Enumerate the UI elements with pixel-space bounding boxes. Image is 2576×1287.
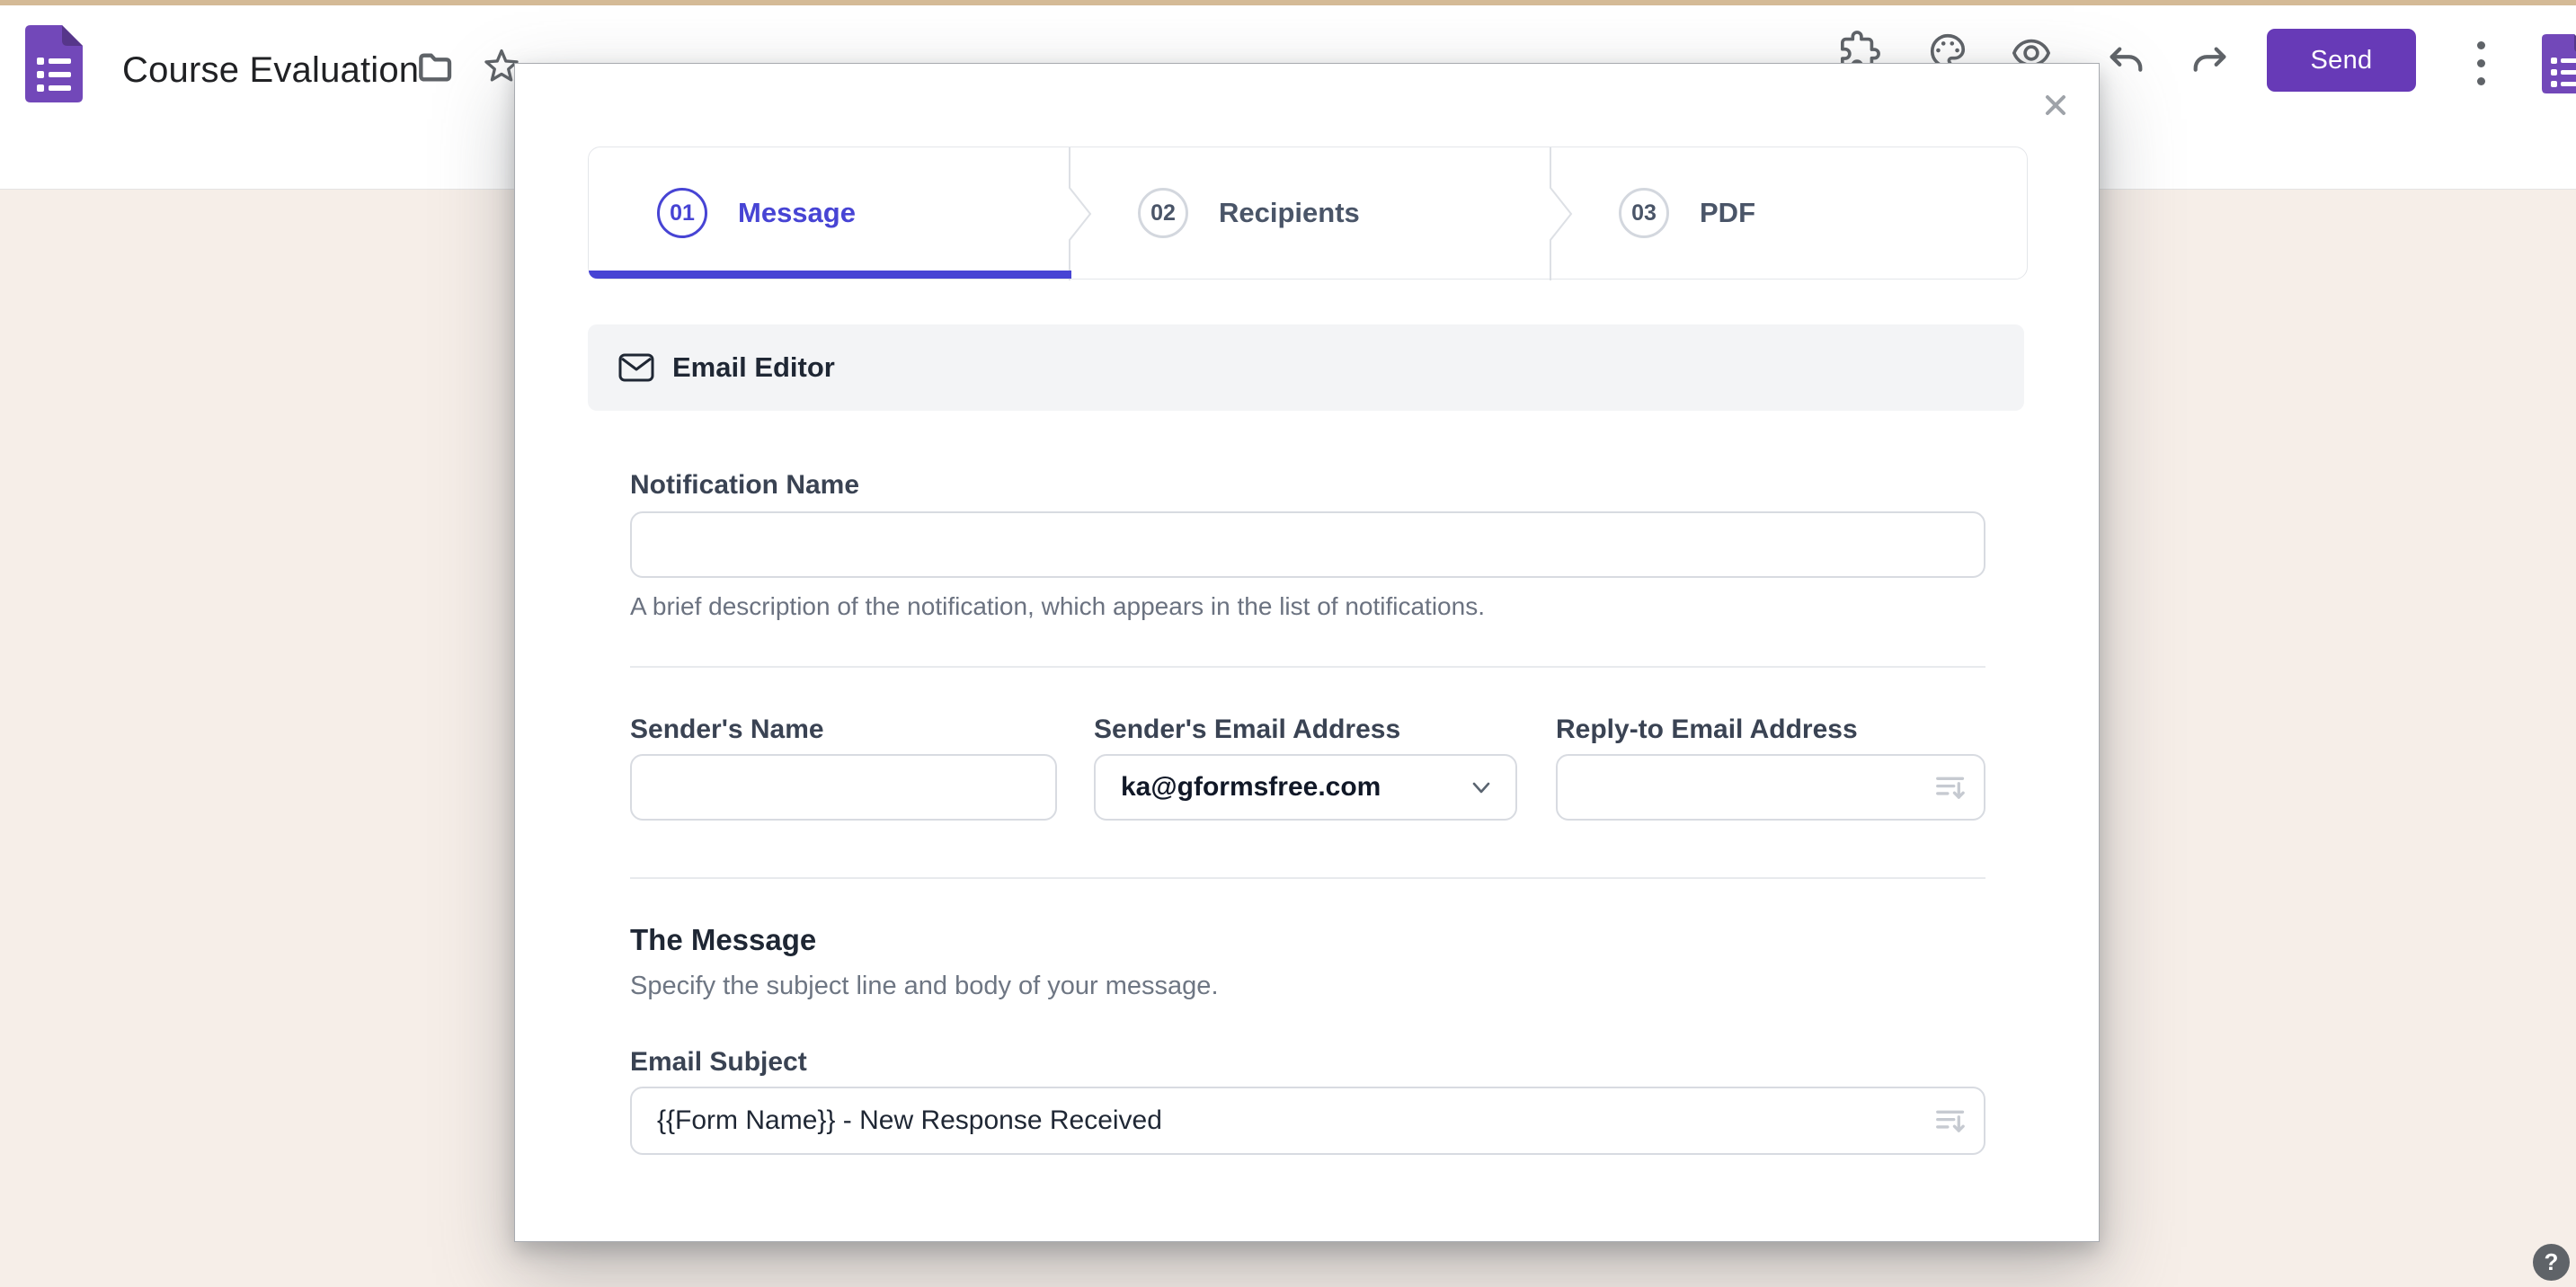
section-title: Email Editor [672, 351, 835, 384]
notification-name-helper: A brief description of the notification,… [630, 592, 1485, 621]
step-tab-pdf[interactable]: 03 PDF [1550, 147, 2030, 279]
email-notification-dialog: 01 Message 02 Recipients 03 PDF [514, 63, 2100, 1242]
step-label: PDF [1700, 197, 1755, 229]
email-subject-field [630, 1087, 1985, 1155]
send-button[interactable]: Send [2267, 29, 2416, 92]
email-editor-section-header: Email Editor [588, 324, 2024, 411]
form-title[interactable]: Course Evaluation [122, 50, 419, 91]
reply-to-label: Reply-to Email Address [1556, 715, 1858, 745]
sender-email-label: Sender's Email Address [1094, 715, 1400, 745]
message-section-subtitle: Specify the subject line and body of you… [630, 972, 1219, 1001]
sender-name-input[interactable] [630, 754, 1057, 821]
step-label: Recipients [1219, 197, 1360, 229]
kebab-dot [2477, 77, 2485, 85]
insert-field-icon[interactable] [1935, 1105, 1968, 1136]
step-number-badge: 03 [1619, 188, 1669, 238]
reply-to-input[interactable] [1556, 754, 1985, 821]
email-subject-label: Email Subject [630, 1047, 807, 1078]
sender-email-value: ka@gformsfree.com [1121, 772, 1381, 803]
screen: Course Evaluation [0, 0, 2576, 1287]
wizard-steps: 01 Message 02 Recipients 03 PDF [588, 146, 2028, 280]
help-button[interactable]: ? [2533, 1244, 2570, 1281]
message-section-title: The Message [630, 923, 816, 957]
email-subject-input[interactable] [630, 1087, 1985, 1155]
reply-to-field [1556, 754, 1985, 821]
step-separator-chevron [1068, 147, 1098, 280]
close-icon[interactable] [2039, 89, 2072, 121]
envelope-icon [618, 353, 654, 382]
sender-name-label: Sender's Name [630, 715, 824, 745]
insert-field-icon[interactable] [1935, 772, 1968, 803]
kebab-menu[interactable] [2463, 38, 2499, 88]
notification-name-input[interactable] [630, 511, 1985, 578]
chevron-down-icon [1470, 779, 1492, 797]
sender-email-select[interactable]: ka@gformsfree.com [1094, 754, 1517, 821]
google-forms-logo[interactable] [25, 25, 83, 102]
kebab-dot [2477, 59, 2485, 67]
step-number-badge: 01 [657, 188, 707, 238]
step-number-badge: 02 [1138, 188, 1188, 238]
step-label: Message [738, 197, 856, 229]
undo-icon[interactable] [2105, 41, 2146, 83]
redo-icon[interactable] [2190, 41, 2231, 83]
kebab-dot [2477, 41, 2485, 49]
step-tab-message[interactable]: 01 Message [589, 147, 1069, 279]
step-tab-recipients[interactable]: 02 Recipients [1070, 147, 1550, 279]
folder-icon[interactable] [417, 52, 453, 83]
forms-avatar-icon[interactable] [2542, 34, 2576, 93]
divider [630, 666, 1985, 668]
divider [630, 877, 1985, 879]
notification-name-label: Notification Name [630, 470, 859, 501]
active-step-underline [589, 271, 1071, 279]
step-separator-chevron [1549, 147, 1579, 280]
